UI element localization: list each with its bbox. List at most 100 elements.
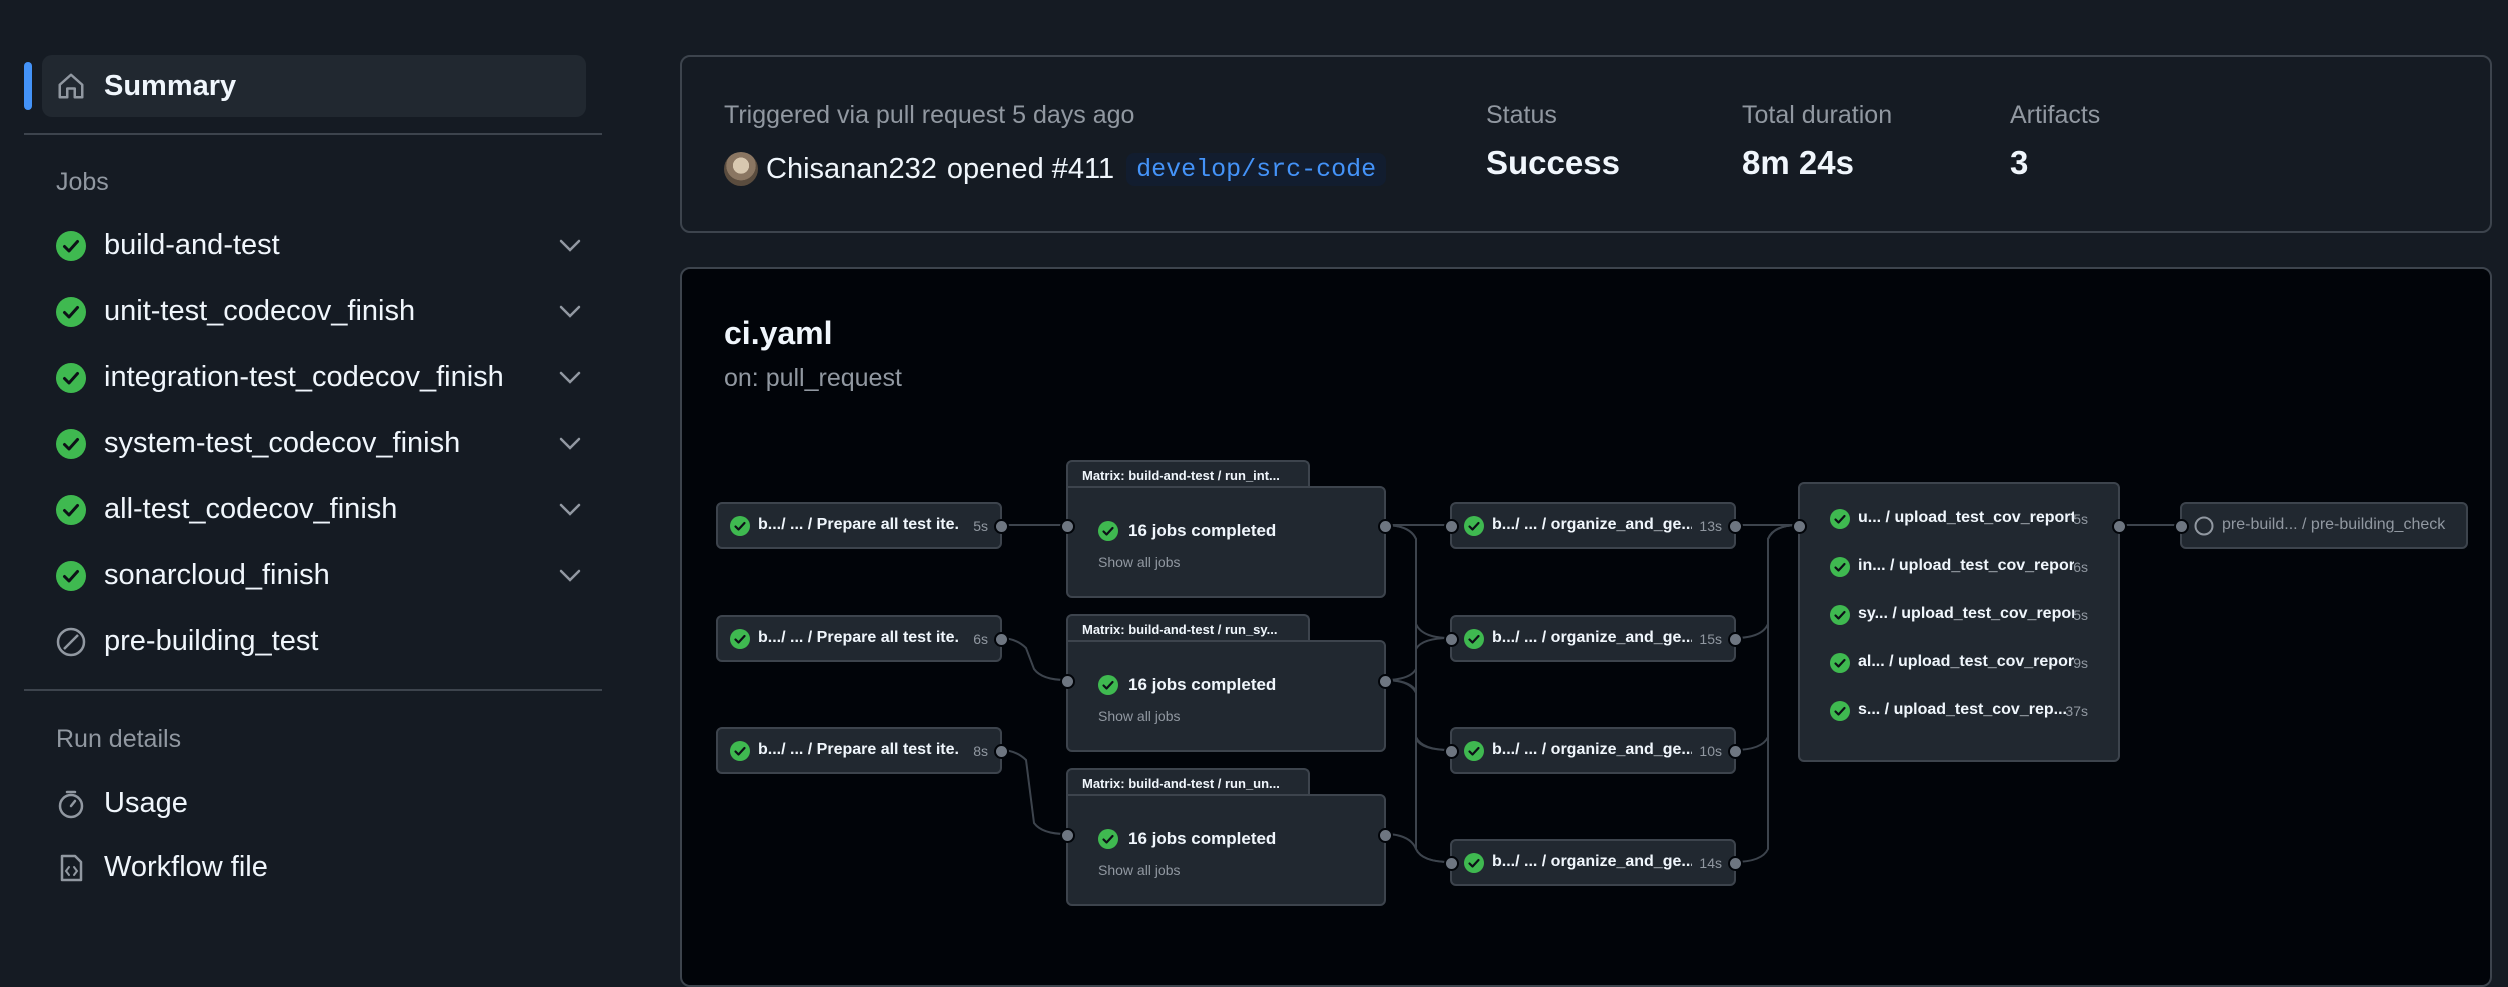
duration-label: Total duration [1742, 101, 1893, 129]
connector-dot [2174, 519, 2189, 534]
job-node-prepare[interactable]: b.../ ... / Prepare all test ite... 6s [716, 615, 1002, 662]
pr-author-link[interactable]: Chisanan232 [766, 153, 937, 186]
sidebar-item-summary[interactable]: Summary [42, 55, 586, 117]
job-label: system-test_codecov_finish [104, 427, 461, 459]
job-label: pre-building_test [104, 625, 319, 657]
check-circle-icon [1830, 653, 1850, 673]
show-all-jobs-link[interactable]: Show all jobs [1098, 862, 1181, 878]
job-node-upload[interactable]: s... / upload_test_cov_rep... 37s [1800, 694, 2118, 728]
connector-dot [2112, 519, 2127, 534]
job-node-upload[interactable]: u... / upload_test_cov_report 5s [1800, 502, 2118, 536]
job-node-label: b.../ ... / Prepare all test ite... [758, 629, 958, 646]
job-node-organize[interactable]: b.../ ... / organize_and_ge... 10s [1450, 727, 1736, 774]
matrix-tab[interactable]: Matrix: build-and-test / run_sy... [1066, 614, 1310, 642]
matrix-summary: 16 jobs completed [1128, 521, 1277, 540]
matrix-tab[interactable]: Matrix: build-and-test / run_int... [1066, 460, 1310, 488]
divider [24, 133, 602, 135]
check-circle-icon [1464, 741, 1484, 761]
matrix-tab[interactable]: Matrix: build-and-test / run_un... [1066, 768, 1310, 796]
artifacts-value[interactable]: 3 [2010, 144, 2100, 182]
sidebar-item-workflow-file[interactable]: Workflow file [56, 843, 602, 893]
pr-action[interactable]: opened #411 [947, 153, 1114, 186]
jobs-heading: Jobs [56, 168, 109, 196]
job-node-prepare[interactable]: b.../ ... / Prepare all test ite... 5s [716, 502, 1002, 549]
chevron-down-icon[interactable] [558, 302, 582, 322]
sidebar-job-integration-test[interactable]: integration-test_codecov_finish [56, 353, 602, 403]
matrix-group[interactable]: 16 jobs completed Show all jobs [1066, 486, 1386, 598]
check-circle-icon [730, 516, 750, 536]
job-node-duration: 15s [1699, 631, 1722, 647]
check-circle-icon [730, 741, 750, 761]
artifacts-stat[interactable]: Artifacts 3 [2010, 101, 2100, 182]
show-all-jobs-link[interactable]: Show all jobs [1098, 554, 1181, 570]
connector-dot [1728, 632, 1743, 647]
check-circle-icon [56, 231, 86, 261]
job-label: all-test_codecov_finish [104, 493, 398, 525]
job-node-organize[interactable]: b.../ ... / organize_and_ge... 15s [1450, 615, 1736, 662]
chevron-down-icon[interactable] [558, 368, 582, 388]
job-node-label: u... / upload_test_cov_report [1858, 509, 2074, 526]
show-all-jobs-link[interactable]: Show all jobs [1098, 708, 1181, 724]
check-circle-icon [56, 363, 86, 393]
connector-dot [1728, 744, 1743, 759]
home-icon [58, 73, 84, 99]
workflow-file-label: Workflow file [104, 851, 268, 883]
sidebar-job-build-and-test[interactable]: build-and-test [56, 221, 602, 271]
job-node-duration: 10s [1699, 743, 1722, 759]
sidebar-job-all-test[interactable]: all-test_codecov_finish [56, 485, 602, 535]
connector-dot [1728, 856, 1743, 871]
job-node-organize[interactable]: b.../ ... / organize_and_ge... 14s [1450, 839, 1736, 886]
matrix-group[interactable]: 16 jobs completed Show all jobs [1066, 794, 1386, 906]
job-node-label: b.../ ... / organize_and_ge... [1492, 516, 1692, 533]
job-label: integration-test_codecov_finish [104, 361, 504, 393]
check-circle-icon [1098, 521, 1118, 541]
job-node-upload[interactable]: sy... / upload_test_cov_report 5s [1800, 598, 2118, 632]
chevron-down-icon[interactable] [558, 434, 582, 454]
run-details-heading: Run details [56, 725, 182, 753]
job-node-pre-building-check[interactable]: pre-build... / pre-building_check [2180, 502, 2468, 549]
chevron-down-icon[interactable] [558, 236, 582, 256]
connector-dot [1060, 828, 1075, 843]
duration-value: 8m 24s [1742, 144, 1854, 181]
sidebar-job-pre-building-test[interactable]: pre-building_test [56, 617, 602, 667]
job-node-label: b.../ ... / organize_and_ge... [1492, 853, 1692, 870]
connector-dot [1444, 744, 1459, 759]
sidebar-job-sonarcloud[interactable]: sonarcloud_finish [56, 551, 602, 601]
duration-stat: Total duration 8m 24s [1742, 101, 1892, 182]
job-node-label: s... / upload_test_cov_rep... [1858, 701, 2067, 718]
connector-dot [1060, 519, 1075, 534]
skipped-icon [56, 627, 86, 657]
job-node-organize[interactable]: b.../ ... / organize_and_ge... 13s [1450, 502, 1736, 549]
check-circle-icon [1830, 605, 1850, 625]
connector-dot [1728, 519, 1743, 534]
branch-badge[interactable]: develop/src-code [1126, 152, 1387, 186]
connector-dot [1060, 674, 1075, 689]
job-node-prepare[interactable]: b.../ ... / Prepare all test ite... 8s [716, 727, 1002, 774]
connector-dot [1378, 674, 1393, 689]
connector-dot [1444, 632, 1459, 647]
check-circle-icon [1830, 701, 1850, 721]
connector-dot [994, 632, 1009, 647]
check-circle-icon [1098, 675, 1118, 695]
job-label: sonarcloud_finish [104, 559, 330, 591]
usage-label: Usage [104, 787, 188, 819]
status-value: Success [1486, 144, 1620, 181]
matrix-summary: 16 jobs completed [1128, 675, 1277, 694]
sidebar-job-unit-test[interactable]: unit-test_codecov_finish [56, 287, 602, 337]
job-node-upload[interactable]: al... / upload_test_cov_report 9s [1800, 646, 2118, 680]
chevron-down-icon[interactable] [558, 566, 582, 586]
avatar[interactable] [724, 152, 758, 186]
job-node-label: b.../ ... / organize_and_ge... [1492, 741, 1692, 758]
job-label: unit-test_codecov_finish [104, 295, 416, 327]
matrix-group[interactable]: 16 jobs completed Show all jobs [1066, 640, 1386, 752]
active-indicator [24, 62, 32, 110]
connector-dot [1378, 828, 1393, 843]
sidebar-job-system-test[interactable]: system-test_codecov_finish [56, 419, 602, 469]
pull-request-line: Chisanan232 opened #411 develop/src-code [724, 149, 1387, 189]
sidebar-item-usage[interactable]: Usage [56, 779, 602, 829]
chevron-down-icon[interactable] [558, 500, 582, 520]
job-node-duration: 5s [973, 518, 988, 534]
job-node-upload[interactable]: in... / upload_test_cov_report 6s [1800, 550, 2118, 584]
sidebar-item-label: Summary [104, 70, 237, 102]
check-circle-icon [1464, 853, 1484, 873]
